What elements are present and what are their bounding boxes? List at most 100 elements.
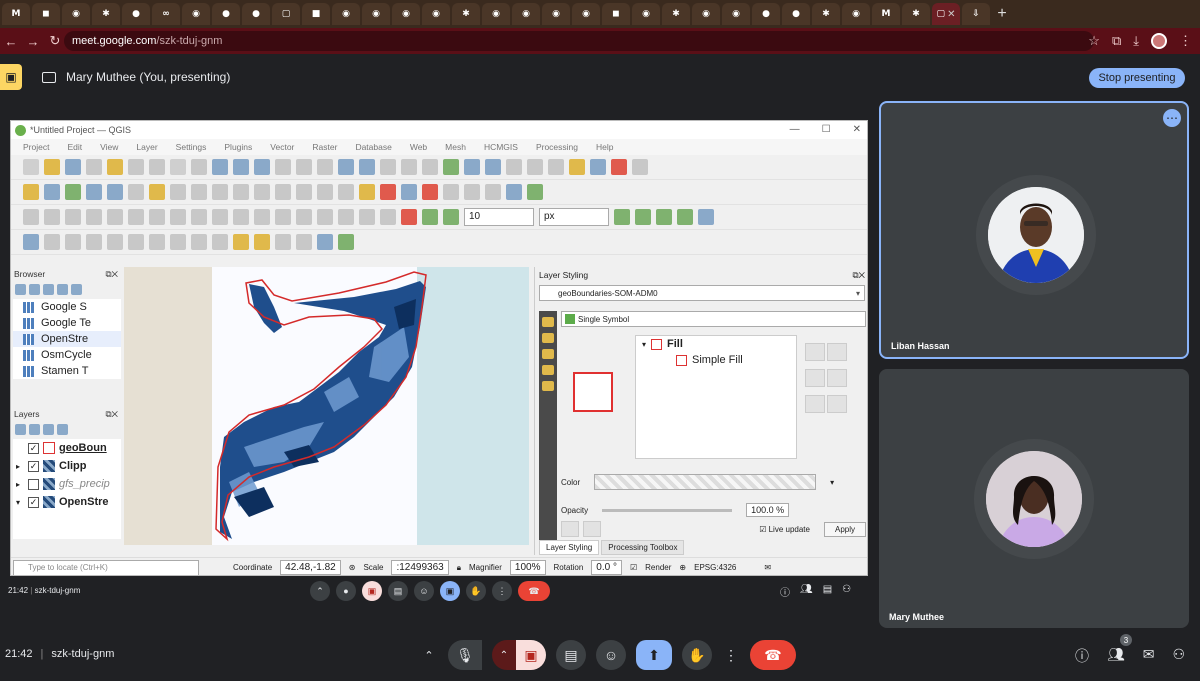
browser-tab[interactable]: ◉ [332,3,360,25]
participant-tile[interactable]: Mary Muthee [879,369,1189,628]
raise-hand-button[interactable]: ✋ [682,640,712,670]
menu-vector[interactable]: Vector [270,142,294,152]
menu-web[interactable]: Web [410,142,427,152]
coordinate-input[interactable]: 42.48,-1.82 [280,560,341,575]
symbol-tree-row[interactable]: Simple Fill [636,352,796,368]
refresh-icon[interactable] [422,159,438,175]
measure-icon[interactable] [548,159,564,175]
browser-tab[interactable]: ● [782,3,810,25]
activities-icon[interactable]: ⚇ [1173,646,1186,666]
browser-tab[interactable]: ◉ [422,3,450,25]
zoom-out-icon[interactable] [233,159,249,175]
browser-tab[interactable]: ◉ [392,3,420,25]
browser-menu-icon[interactable]: ⋮ [1179,33,1192,49]
new-shapefile-icon[interactable] [107,184,123,200]
label-change-icon[interactable] [485,184,501,200]
polygon-icon[interactable] [128,234,144,250]
apply-button[interactable]: Apply [823,521,866,537]
annotation-icon[interactable] [569,159,585,175]
plugin-extra-icon[interactable] [698,209,714,225]
undo-icon[interactable] [317,184,333,200]
add-layer-plus-icon[interactable] [338,234,354,250]
new-project-icon[interactable] [23,159,39,175]
panel-float-close-icon[interactable]: ⧉✕ [105,269,118,280]
expand-arrow-icon[interactable]: ▸ [16,480,24,489]
browser-tab[interactable]: ▢ [272,3,300,25]
zoom-selection-icon[interactable] [275,159,291,175]
select-features-icon[interactable] [233,234,249,250]
expand-arrow-icon[interactable]: ▾ [16,498,24,507]
identify-icon[interactable] [443,159,459,175]
rotation-input[interactable]: 0.0 ° [591,560,622,575]
zoom-native-icon[interactable] [317,159,333,175]
scale-select[interactable]: :12499363 [391,560,449,575]
rectangle-icon[interactable] [107,234,123,250]
layer-row[interactable]: ▸ gfs_precip [13,475,121,493]
browser-item[interactable]: Google Te [13,315,121,331]
select-value-icon[interactable] [254,234,270,250]
filter-legend-icon[interactable] [57,423,68,435]
opacity-slider[interactable] [602,508,733,512]
locator-input[interactable]: Type to locate (Ctrl+K) [13,559,199,575]
label-show-icon[interactable] [422,184,438,200]
browser-tab[interactable]: M [872,3,900,25]
profile-avatar[interactable] [1151,33,1167,49]
zoom-full-icon[interactable] [254,159,270,175]
topological-editing-icon[interactable] [614,209,630,225]
attribute-table-icon[interactable] [464,159,480,175]
reverse-line-icon[interactable] [380,209,396,225]
video-settings-chevron-icon[interactable]: ⌃ [492,640,516,670]
merge-features-icon[interactable] [275,209,291,225]
delete-part-icon[interactable] [170,209,186,225]
microphone-button[interactable]: 🎙︎ [448,640,482,670]
trim-icon[interactable] [359,209,375,225]
paste-icon[interactable] [296,184,312,200]
add-mesh-icon[interactable] [86,184,102,200]
snapping-mode-icon[interactable] [422,209,438,225]
info-icon[interactable] [71,283,82,295]
ellipse-icon[interactable] [86,234,102,250]
label-tool-icon[interactable] [359,184,375,200]
magnifier-input[interactable]: 100% [509,560,546,575]
add-symbol-layer-icon[interactable] [805,343,825,361]
browser-item[interactable]: OpenStre [13,331,121,347]
browser-tab[interactable]: M [2,3,30,25]
leave-call-button[interactable]: ☎ [750,640,796,670]
renderer-select[interactable]: Single Symbol [561,311,866,327]
hcmgis-icon[interactable] [23,234,39,250]
text-label-icon[interactable] [317,234,333,250]
layer-visibility-checkbox[interactable] [28,478,39,490]
camera-off-button[interactable]: ▣ [516,640,546,670]
label-pin-icon[interactable] [401,184,417,200]
offset-symbols-icon[interactable] [338,209,354,225]
browser-tab[interactable]: ◉ [692,3,720,25]
statistics-icon[interactable] [506,159,522,175]
download-icon[interactable]: ⤓ [1133,33,1139,49]
live-update-checkbox[interactable]: ☑ Live update [759,525,810,534]
menu-help[interactable]: Help [596,142,613,152]
zoom-last-icon[interactable] [338,159,354,175]
advanced-digitize-icon[interactable] [23,209,39,225]
tab-layer-styling[interactable]: Layer Styling [539,540,600,555]
save-project-icon[interactable] [65,159,81,175]
stop-presenting-button[interactable]: Stop presenting [1089,68,1185,88]
move-up-icon[interactable] [827,343,847,361]
add-raster-layer-icon[interactable] [44,184,60,200]
eye-icon[interactable] [43,423,54,435]
edit-pencil-icon[interactable] [149,184,165,200]
add-group-icon[interactable] [29,423,40,435]
browser-tab[interactable]: ◉ [572,3,600,25]
color-picker-button[interactable] [594,474,817,490]
close-icon[interactable]: ✕ [853,124,861,135]
minimize-icon[interactable]: — [790,124,800,135]
panel-float-close-icon[interactable]: ⧉✕ [852,270,865,281]
menu-view[interactable]: View [100,142,118,152]
browser-tab[interactable]: ◼ [602,3,630,25]
forward-icon[interactable]: → [22,34,44,49]
label-rotate-icon[interactable] [464,184,480,200]
browser-tab[interactable]: ◼ [32,3,60,25]
map-canvas[interactable] [124,267,529,545]
extensions-icon[interactable]: ⧉ [1112,33,1121,49]
cut-icon[interactable] [254,184,270,200]
emoji-reaction-button[interactable]: ☺ [596,640,626,670]
